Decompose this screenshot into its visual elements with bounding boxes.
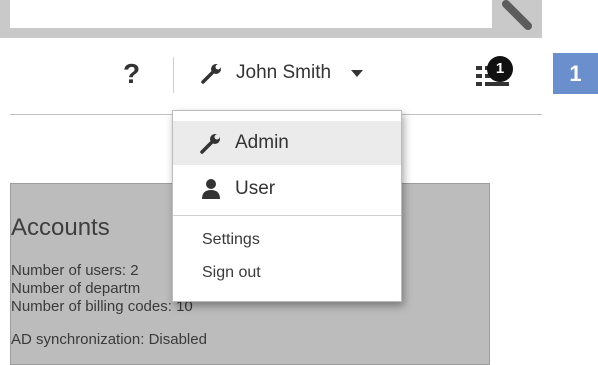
menu-item-user-label: User [235,178,276,199]
user-menu-button[interactable]: John Smith [200,58,400,88]
step-badge: 1 [553,53,598,94]
user-icon [202,179,220,199]
menu-item-admin[interactable]: Admin [173,121,401,165]
top-bar-inner [10,0,542,28]
wrench-icon [201,64,221,84]
user-dropdown-menu: Admin User Settings Sign out [172,110,402,302]
accounts-title: Accounts [11,214,110,241]
user-name: John Smith [236,62,332,83]
accounts-line-ad-sync: AD synchronization: Disabled [11,331,207,348]
wrench-icon [200,134,220,154]
help-icon[interactable]: ? [123,58,147,89]
top-bar [0,0,542,38]
menu-item-user[interactable]: User [173,167,401,211]
accounts-line-departments: Number of departm [11,280,141,297]
menu-link-settings[interactable]: Settings [202,231,260,249]
accounts-line-billing: Number of billing codes: 10 [11,298,193,315]
menu-link-sign-out[interactable]: Sign out [202,264,261,282]
header: ? John Smith 1 [10,38,542,115]
chevron-down-icon [351,69,364,77]
accounts-line-users: Number of users: 2 [11,262,139,279]
header-separator [173,57,174,93]
menu-item-admin-label: Admin [235,132,289,153]
notification-badge: 1 [487,56,513,82]
tool-icon[interactable] [492,0,542,38]
menu-divider [173,215,401,216]
